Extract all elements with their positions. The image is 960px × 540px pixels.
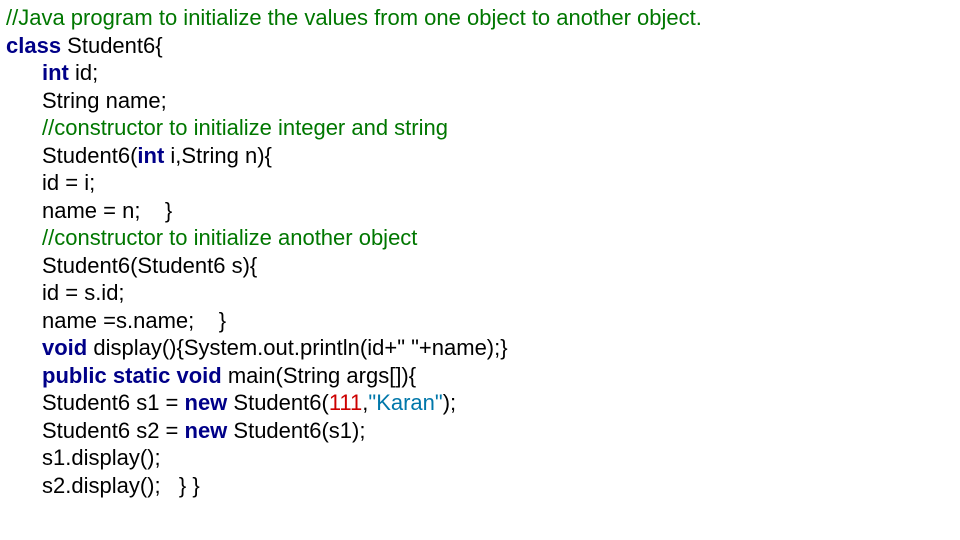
code-text: name = n; } — [42, 198, 172, 223]
keyword-void: void — [42, 335, 87, 360]
code-text: Student6(s1); — [227, 418, 365, 443]
string-literal: "Karan" — [368, 390, 442, 415]
code-block: //Java program to initialize the values … — [0, 0, 960, 503]
code-line-16: Student6 s2 = new Student6(s1); — [6, 417, 954, 445]
code-line-10: Student6(Student6 s){ — [6, 252, 954, 280]
code-line-15: Student6 s1 = new Student6(111,"Karan"); — [6, 389, 954, 417]
code-line-4: String name; — [6, 87, 954, 115]
code-text: s2.display(); } } — [42, 473, 200, 498]
comment-text: //Java program to initialize the values … — [6, 5, 702, 30]
code-line-5: //constructor to initialize integer and … — [6, 114, 954, 142]
code-line-11: id = s.id; — [6, 279, 954, 307]
code-line-3: int id; — [6, 59, 954, 87]
code-line-12: name =s.name; } — [6, 307, 954, 335]
code-text: main(String args[]){ — [222, 363, 416, 388]
keyword-class: class — [6, 33, 61, 58]
code-text: Student6( — [42, 143, 137, 168]
keyword-new: new — [185, 418, 228, 443]
code-text: id = s.id; — [42, 280, 125, 305]
code-text: id; — [69, 60, 98, 85]
code-line-14: public static void main(String args[]){ — [6, 362, 954, 390]
code-text: name =s.name; } — [42, 308, 226, 333]
keyword-int: int — [137, 143, 164, 168]
code-text: id = i; — [42, 170, 95, 195]
code-text: i,String n){ — [164, 143, 272, 168]
code-text: display(){System.out.println(id+" "+name… — [87, 335, 507, 360]
keyword-int: int — [42, 60, 69, 85]
code-line-18: s2.display(); } } — [6, 472, 954, 500]
code-text: s1.display(); — [42, 445, 161, 470]
code-line-2: class Student6{ — [6, 32, 954, 60]
code-text: Student6 s2 = — [42, 418, 185, 443]
code-line-17: s1.display(); — [6, 444, 954, 472]
comment-text: //constructor to initialize integer and … — [42, 115, 448, 140]
code-line-7: id = i; — [6, 169, 954, 197]
code-text: String name; — [42, 88, 167, 113]
keyword-public-static-void: public static void — [42, 363, 222, 388]
comment-text: //constructor to initialize another obje… — [42, 225, 417, 250]
code-line-13: void display(){System.out.println(id+" "… — [6, 334, 954, 362]
code-line-1: //Java program to initialize the values … — [6, 4, 954, 32]
keyword-new: new — [185, 390, 228, 415]
code-line-8: name = n; } — [6, 197, 954, 225]
code-text: Student6{ — [61, 33, 163, 58]
code-text: Student6 s1 = — [42, 390, 185, 415]
code-text: ); — [443, 390, 456, 415]
code-line-9: //constructor to initialize another obje… — [6, 224, 954, 252]
code-text: Student6(Student6 s){ — [42, 253, 257, 278]
code-text: Student6( — [227, 390, 329, 415]
code-line-6: Student6(int i,String n){ — [6, 142, 954, 170]
number-literal: 111 — [329, 390, 362, 415]
